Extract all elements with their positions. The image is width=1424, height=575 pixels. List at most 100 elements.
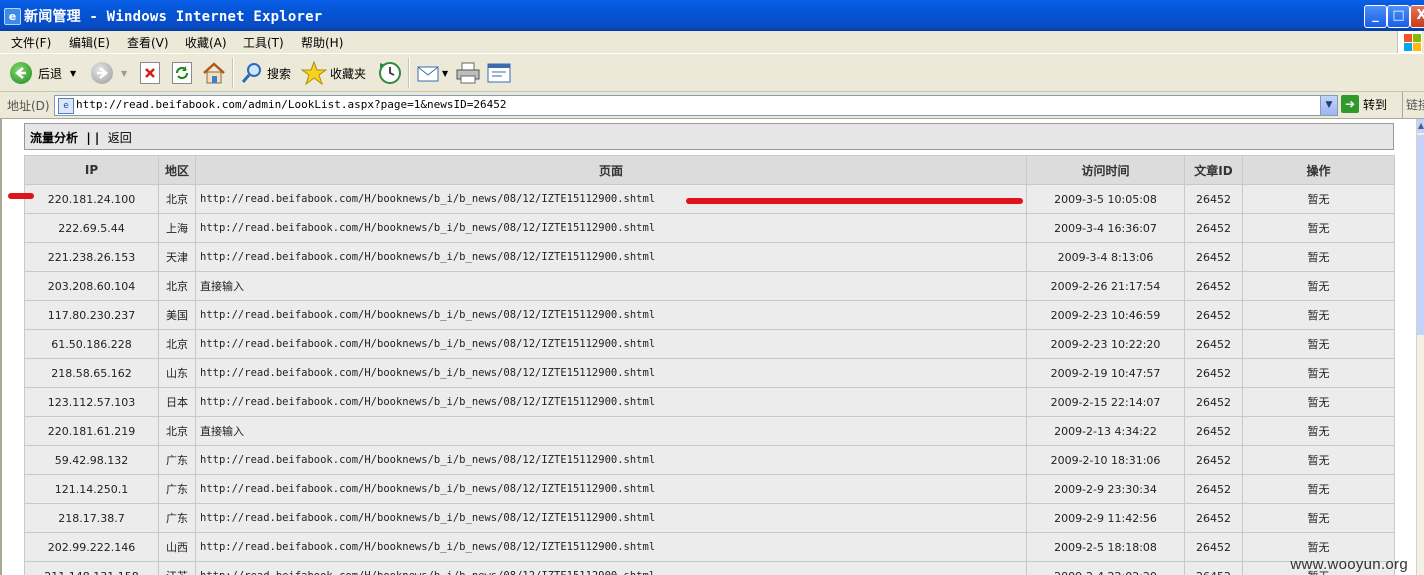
traffic-table: IP 地区 页面 访问时间 文章ID 操作 220.181.24.100 北京 ht…: [24, 155, 1395, 575]
address-label: 地址(D): [7, 99, 50, 113]
cell-page: http://read.beifabook.com/H/booknews/b_i…: [195, 474, 1027, 504]
cell-region: 山西: [158, 532, 196, 562]
cell-action[interactable]: 暂无: [1242, 300, 1395, 330]
stop-button[interactable]: [140, 59, 160, 87]
table-row: 117.80.230.237 美国 http://read.beifabook.co…: [24, 300, 1395, 330]
menu-help[interactable]: 帮助(H): [301, 34, 343, 51]
address-input[interactable]: e http://read.beifabook.com/admin/LookLi…: [54, 95, 1338, 116]
cell-page: http://read.beifabook.com/H/booknews/b_i…: [195, 242, 1027, 272]
cell-article-id: 26452: [1184, 445, 1243, 475]
cell-time: 2009-2-23 10:22:20: [1026, 329, 1185, 359]
cell-action[interactable]: 暂无: [1242, 387, 1395, 417]
scroll-up-icon[interactable]: ▲: [1417, 119, 1424, 133]
cell-page: http://read.beifabook.com/H/booknews/b_i…: [195, 213, 1027, 243]
column-header-page: 页面: [195, 155, 1027, 185]
menu-tools[interactable]: 工具(T): [243, 34, 284, 51]
address-url[interactable]: http://read.beifabook.com/admin/LookList…: [76, 98, 506, 111]
refresh-button[interactable]: [172, 59, 192, 87]
favorites-button[interactable]: 收藏夹: [301, 59, 366, 87]
forward-button[interactable]: ▼: [91, 59, 127, 87]
cell-ip: 221.238.26.153: [24, 242, 159, 272]
address-bar: 地址(D) e http://read.beifabook.com/admin/…: [0, 92, 1424, 119]
cell-article-id: 26452: [1184, 416, 1243, 446]
home-button[interactable]: [201, 59, 227, 87]
cell-ip: 61.50.186.228: [24, 329, 159, 359]
cell-ip: 117.80.230.237: [24, 300, 159, 330]
ie-app-icon: e: [4, 8, 21, 25]
column-header-article-id: 文章ID: [1184, 155, 1243, 185]
cell-action[interactable]: 暂无: [1242, 416, 1395, 446]
cell-region: 北京: [158, 184, 196, 214]
go-arrow-icon: ➔: [1341, 95, 1359, 113]
scroll-thumb[interactable]: [1417, 135, 1424, 335]
annotation-underline: [686, 198, 1023, 204]
cell-ip: 211.148.131.158: [24, 561, 159, 575]
cell-time: 2009-2-9 23:30:34: [1026, 474, 1185, 504]
edit-page-icon: [487, 63, 511, 83]
menu-bar: 文件(F) 编辑(E) 查看(V) 收藏(A) 工具(T) 帮助(H): [0, 31, 1424, 54]
menu-file[interactable]: 文件(F): [11, 34, 51, 51]
menu-view[interactable]: 查看(V): [127, 34, 169, 51]
maximize-button[interactable]: □: [1387, 5, 1410, 28]
print-button[interactable]: [455, 59, 481, 87]
cell-page: http://read.beifabook.com/H/booknews/b_i…: [195, 561, 1027, 575]
links-toolbar[interactable]: 链接: [1402, 92, 1424, 118]
column-header-region: 地区: [158, 155, 196, 185]
search-label: 搜索: [267, 66, 292, 81]
table-row: 222.69.5.44 上海 http://read.beifabook.com/H…: [24, 213, 1395, 243]
close-button[interactable]: X: [1410, 5, 1424, 28]
back-link[interactable]: 返回: [108, 131, 132, 145]
cell-ip: 218.58.65.162: [24, 358, 159, 388]
history-button[interactable]: [377, 59, 403, 87]
forward-dropdown-icon: ▼: [121, 68, 128, 78]
back-dropdown-icon[interactable]: ▼: [70, 69, 76, 78]
cell-region: 北京: [158, 329, 196, 359]
toolbar-separator: [408, 58, 410, 88]
nav-title: 流量分析: [30, 131, 79, 145]
cell-action[interactable]: 暂无: [1242, 445, 1395, 475]
minimize-button[interactable]: _: [1364, 5, 1387, 28]
table-row: 59.42.98.132 广东 http://read.beifabook.com/…: [24, 445, 1395, 475]
cell-time: 2009-2-26 21:17:54: [1026, 271, 1185, 301]
cell-action[interactable]: 暂无: [1242, 242, 1395, 272]
column-header-ip: IP: [24, 155, 159, 185]
cell-ip: 121.14.250.1: [24, 474, 159, 504]
cell-region: 日本: [158, 387, 196, 417]
table-row: 202.99.222.146 山西 http://read.beifabook.co…: [24, 532, 1395, 562]
table-row: 221.238.26.153 天津 http://read.beifabook.co…: [24, 242, 1395, 272]
cell-time: 2009-2-15 22:14:07: [1026, 387, 1185, 417]
back-button[interactable]: 后退 ▼: [10, 59, 76, 87]
menu-favorites[interactable]: 收藏(A): [185, 34, 227, 51]
cell-article-id: 26452: [1184, 329, 1243, 359]
table-row: 218.17.38.7 广东 http://read.beifabook.com/H…: [24, 503, 1395, 533]
table-row: 121.14.250.1 广东 http://read.beifabook.com/…: [24, 474, 1395, 504]
cell-ip: 220.181.24.100: [24, 184, 159, 214]
history-icon: [379, 62, 401, 84]
cell-action[interactable]: 暂无: [1242, 271, 1395, 301]
menu-edit[interactable]: 编辑(E): [69, 34, 110, 51]
nav-text: 流量分析 | | 返回: [30, 129, 132, 146]
cell-article-id: 26452: [1184, 271, 1243, 301]
address-dropdown-icon[interactable]: ▼: [1320, 96, 1337, 115]
column-header-action: 操作: [1242, 155, 1395, 185]
cell-time: 2009-3-4 16:36:07: [1026, 213, 1185, 243]
cell-action[interactable]: 暂无: [1242, 329, 1395, 359]
search-button[interactable]: 搜索: [240, 59, 291, 87]
cell-action[interactable]: 暂无: [1242, 358, 1395, 388]
edit-page-button[interactable]: [486, 59, 512, 87]
cell-region: 山东: [158, 358, 196, 388]
cell-action[interactable]: 暂无: [1242, 213, 1395, 243]
refresh-icon: [172, 62, 192, 84]
cell-action[interactable]: 暂无: [1242, 184, 1395, 214]
mail-dropdown-icon[interactable]: ▼: [442, 69, 448, 78]
cell-time: 2009-2-5 18:18:08: [1026, 532, 1185, 562]
go-button[interactable]: ➔ 转到: [1341, 95, 1387, 113]
cell-page: 直接输入: [195, 416, 1027, 446]
cell-action[interactable]: 暂无: [1242, 503, 1395, 533]
cell-time: 2009-2-4 22:02:20: [1026, 561, 1185, 575]
cell-action[interactable]: 暂无: [1242, 474, 1395, 504]
mail-button[interactable]: ▼: [416, 59, 448, 87]
cell-page: http://read.beifabook.com/H/booknews/b_i…: [195, 445, 1027, 475]
table-row: 123.112.57.103 日本 http://read.beifabook.co…: [24, 387, 1395, 417]
vertical-scrollbar[interactable]: ▲: [1416, 119, 1424, 575]
